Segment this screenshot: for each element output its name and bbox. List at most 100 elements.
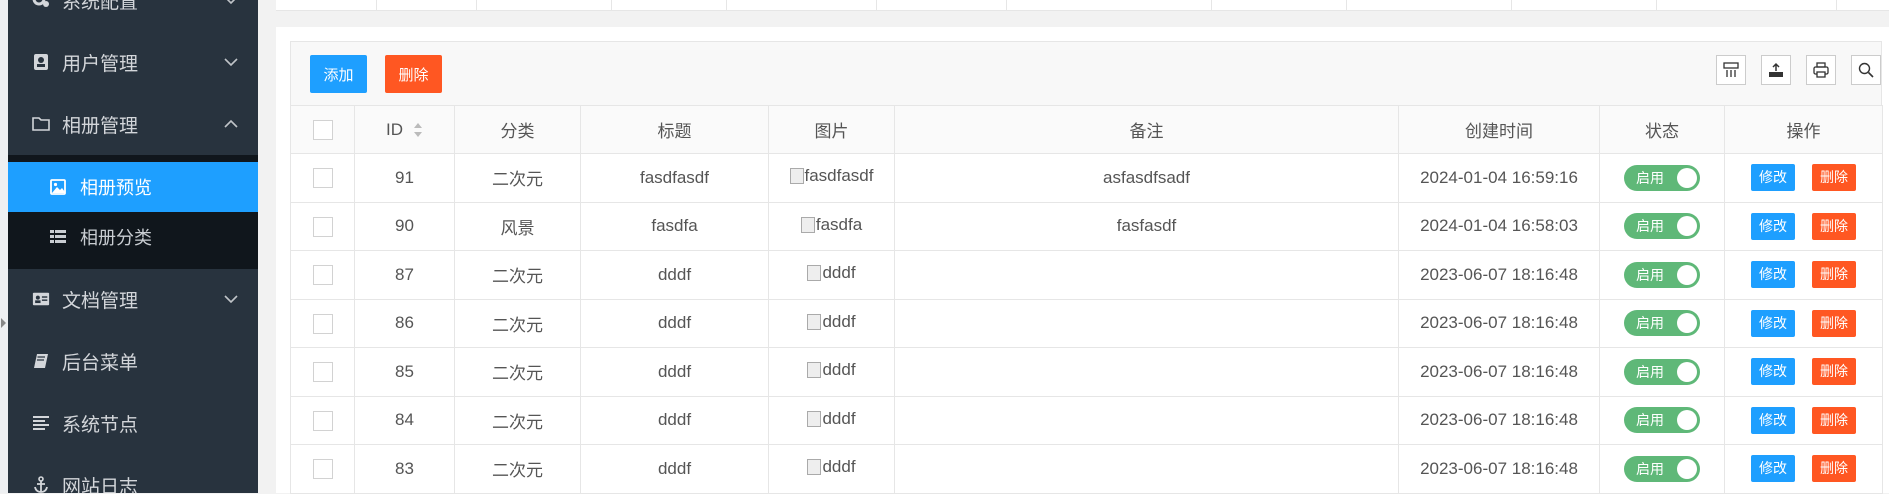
cell-actions: 修改 删除 (1724, 201, 1883, 251)
albums-submenu: 相册预览 相册分类 (8, 155, 258, 269)
collapse-arrow-icon[interactable] (1, 318, 6, 328)
row-checkbox[interactable] (312, 168, 333, 188)
row-delete-button[interactable]: 删除 (1812, 358, 1856, 386)
export-icon[interactable] (1761, 55, 1791, 85)
edit-button[interactable]: 修改 (1751, 358, 1795, 386)
cell-created: 2023-06-07 18:16:48 (1398, 298, 1600, 348)
row-delete-button[interactable]: 删除 (1812, 455, 1856, 483)
edit-button[interactable]: 修改 (1751, 406, 1795, 434)
edit-button[interactable]: 修改 (1751, 309, 1795, 337)
sidebar-item-label: 文档管理 (62, 290, 139, 312)
cell-note (894, 250, 1399, 300)
cell-status: 启用 (1599, 395, 1725, 445)
status-switch[interactable]: 启用 (1624, 455, 1700, 482)
row-select-cell[interactable] (290, 153, 355, 203)
column-header-created: 创建时间 (1398, 105, 1600, 154)
row-checkbox[interactable] (312, 410, 333, 431)
table-row: 86 二次元 dddf dddf 2023-06-07 18:16:48 启用 … (290, 298, 1883, 348)
th-list-icon (50, 229, 66, 245)
row-select-cell[interactable] (290, 347, 355, 397)
row-delete-button[interactable]: 删除 (1812, 261, 1856, 289)
cell-created: 2024-01-04 16:59:16 (1398, 153, 1600, 203)
delete-button[interactable]: 删除 (385, 55, 442, 93)
edit-button[interactable]: 修改 (1751, 164, 1795, 192)
row-select-cell[interactable] (290, 444, 355, 494)
chevron-down-icon (224, 58, 238, 67)
edit-button[interactable]: 修改 (1751, 212, 1795, 240)
cell-status: 启用 (1599, 347, 1725, 397)
cell-actions: 修改 删除 (1724, 298, 1883, 348)
cell-id: 87 (354, 250, 455, 300)
broken-image-icon (807, 410, 822, 427)
sidebar-item-label: 系统节点 (62, 414, 139, 436)
cell-title: dddf (580, 395, 769, 445)
row-select-cell[interactable] (290, 298, 355, 348)
row-checkbox[interactable] (312, 362, 333, 382)
row-select-cell[interactable] (290, 201, 355, 251)
row-delete-button[interactable]: 删除 (1812, 309, 1856, 337)
sidebar-item-site-logs[interactable]: 网站日志 (8, 454, 258, 493)
cell-image[interactable]: fasdfa (768, 201, 895, 251)
status-switch[interactable]: 启用 (1624, 164, 1700, 191)
row-select-cell[interactable] (290, 250, 355, 300)
row-checkbox[interactable] (312, 313, 333, 334)
broken-image-icon (807, 459, 822, 476)
column-header-id[interactable]: ID (354, 105, 455, 154)
row-delete-button[interactable]: 删除 (1812, 212, 1856, 240)
cell-note (894, 395, 1399, 445)
row-delete-button[interactable]: 删除 (1812, 406, 1856, 434)
sidebar-item-album-category[interactable]: 相册分类 (8, 212, 258, 262)
sidebar-item-label: 网站日志 (62, 476, 139, 494)
edit-button[interactable]: 修改 (1751, 455, 1795, 483)
row-checkbox[interactable] (312, 216, 333, 237)
cell-image[interactable]: dddf (768, 298, 895, 348)
print-icon[interactable] (1806, 55, 1836, 85)
status-switch[interactable]: 启用 (1624, 261, 1700, 288)
sidebar-item-users[interactable]: 用户管理 (8, 31, 258, 93)
sidebar-item-system-nodes[interactable]: 系统节点 (8, 392, 258, 454)
chevron-up-icon (224, 119, 238, 128)
sidebar-item-label: 后台菜单 (62, 352, 139, 374)
cell-category: 二次元 (454, 250, 581, 300)
status-switch[interactable]: 启用 (1624, 407, 1700, 434)
cell-title: fasdfa (580, 201, 769, 251)
cell-image[interactable]: dddf (768, 444, 895, 494)
cell-status: 启用 (1599, 153, 1725, 203)
table-row: 90 风景 fasdfa fasdfa fasfasdf 2024-01-04 … (290, 201, 1883, 251)
sort-icon[interactable] (413, 122, 423, 138)
broken-image-icon (800, 216, 815, 233)
cell-created: 2023-06-07 18:16:48 (1398, 395, 1600, 445)
cell-image[interactable]: dddf (768, 250, 895, 300)
columns-icon[interactable] (1716, 55, 1746, 85)
select-all-cell[interactable] (290, 105, 355, 154)
sidebar-item-documents[interactable]: 文档管理 (8, 268, 258, 330)
add-button[interactable]: 添加 (310, 55, 367, 93)
cell-image[interactable]: dddf (768, 395, 895, 445)
edit-button[interactable]: 修改 (1751, 261, 1795, 289)
sidebar-item-system-config[interactable]: 系统配置 (8, 0, 258, 31)
cell-note (894, 444, 1399, 494)
sidebar-item-label: 相册管理 (62, 115, 139, 137)
status-switch[interactable]: 启用 (1624, 310, 1700, 337)
cell-note: asfasdfsadf (894, 153, 1399, 203)
top-summary-card (276, 0, 1889, 11)
cell-image[interactable]: fasdfasdf (768, 153, 895, 203)
cell-image[interactable]: dddf (768, 347, 895, 397)
sidebar-item-albums[interactable]: 相册管理 (8, 93, 258, 155)
cell-note: fasfasdf (894, 201, 1399, 251)
cell-title: dddf (580, 444, 769, 494)
sidebar-item-album-preview[interactable]: 相册预览 (8, 162, 258, 212)
column-header-note: 备注 (894, 105, 1399, 154)
row-delete-button[interactable]: 删除 (1812, 164, 1856, 192)
select-all-checkbox[interactable] (312, 119, 333, 140)
row-select-cell[interactable] (290, 395, 355, 445)
table-row: 85 二次元 dddf dddf 2023-06-07 18:16:48 启用 … (290, 347, 1883, 397)
cell-title: fasdfasdf (580, 153, 769, 203)
image-icon (50, 179, 66, 195)
status-switch[interactable]: 启用 (1624, 213, 1700, 240)
row-checkbox[interactable] (312, 459, 333, 479)
search-icon[interactable] (1851, 55, 1881, 85)
row-checkbox[interactable] (312, 265, 333, 285)
sidebar-item-admin-menu[interactable]: 后台菜单 (8, 330, 258, 392)
status-switch[interactable]: 启用 (1624, 358, 1700, 385)
